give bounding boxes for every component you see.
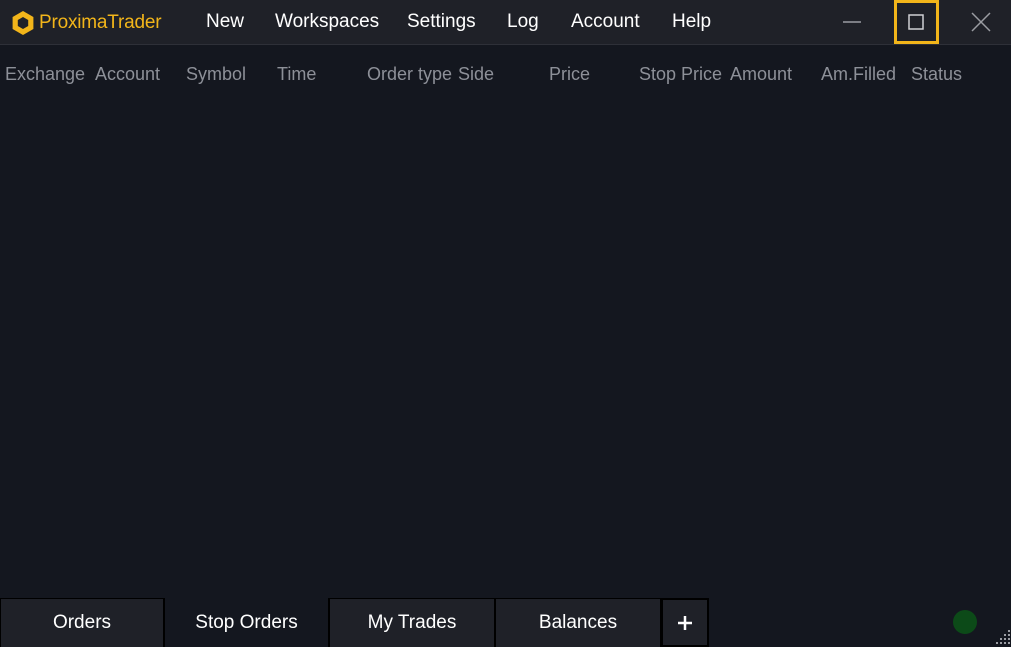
menu-account[interactable]: Account [571, 11, 640, 33]
column-header-account[interactable]: Account [95, 63, 160, 85]
column-header-amount-filled[interactable]: Am.Filled [821, 63, 896, 85]
plus-icon [678, 615, 692, 630]
column-header-exchange[interactable]: Exchange [5, 63, 85, 85]
tab-orders[interactable]: Orders [0, 598, 164, 647]
resize-grip-icon[interactable] [993, 627, 1011, 645]
orders-table-body [0, 100, 1011, 598]
column-header-amount[interactable]: Amount [730, 63, 792, 85]
column-header-symbol[interactable]: Symbol [186, 63, 246, 85]
column-header-price[interactable]: Price [549, 63, 590, 85]
column-header-stop-price[interactable]: Stop Price [639, 63, 722, 85]
hexagon-logo-icon [12, 11, 34, 35]
menu-settings[interactable]: Settings [407, 11, 476, 33]
tab-balances[interactable]: Balances [495, 598, 661, 647]
minimize-icon [843, 21, 861, 23]
title-bar: ProximaTrader New Workspaces Settings Lo… [0, 0, 1011, 45]
app-logo: ProximaTrader [10, 9, 162, 37]
menu-new[interactable]: New [206, 11, 244, 33]
bottom-tab-bar: Orders Stop Orders My Trades Balances [0, 598, 1011, 647]
menu-help[interactable]: Help [672, 11, 711, 33]
app-window: ProximaTrader New Workspaces Settings Lo… [0, 0, 1011, 647]
tab-my-trades[interactable]: My Trades [329, 598, 495, 647]
close-button[interactable] [959, 0, 1003, 44]
maximize-highlight-frame [894, 0, 939, 44]
tab-stop-orders[interactable]: Stop Orders [164, 598, 329, 647]
column-header-order-type[interactable]: Order type [367, 63, 452, 85]
app-brand-name: ProximaTrader [39, 12, 162, 33]
column-header-side[interactable]: Side [458, 63, 494, 85]
menu-workspaces[interactable]: Workspaces [275, 11, 379, 33]
minimize-button[interactable] [830, 0, 874, 44]
menu-log[interactable]: Log [507, 11, 539, 33]
connection-status-indicator [953, 610, 977, 634]
column-header-time[interactable]: Time [277, 63, 316, 85]
add-tab-button[interactable] [661, 598, 709, 647]
column-header-status[interactable]: Status [911, 63, 962, 85]
close-icon [971, 12, 991, 32]
